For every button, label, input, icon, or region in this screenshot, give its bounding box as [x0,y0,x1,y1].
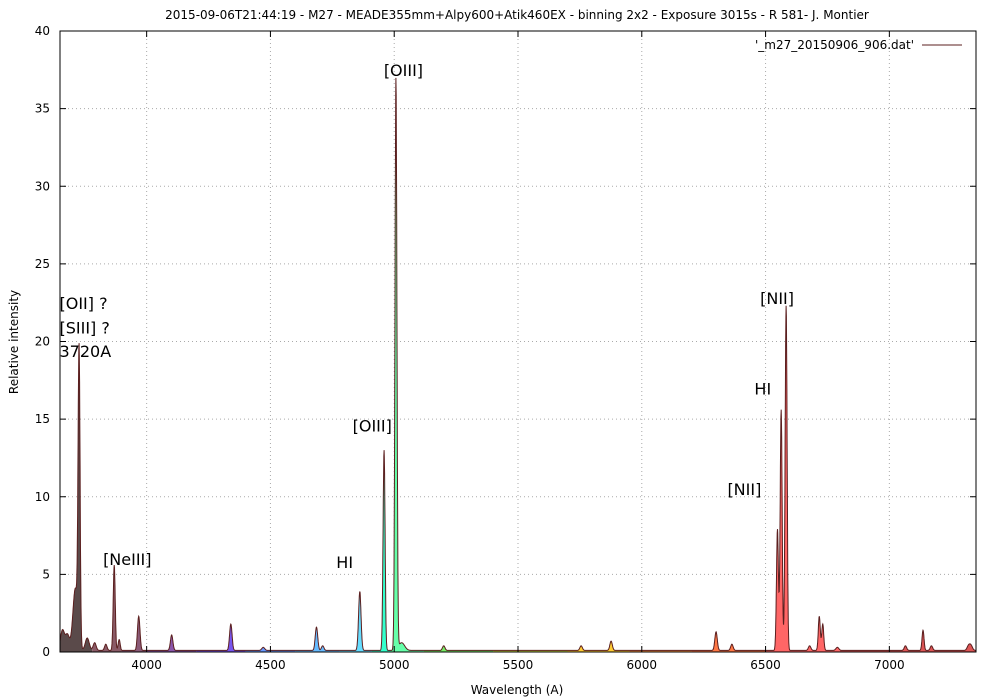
y-tick-label: 35 [35,102,50,116]
plot-frame [59,30,977,653]
x-tick-label: 4000 [131,658,162,672]
x-tick-label: 6000 [627,658,658,672]
axis-ticks: 4000 4500 5000 5500 6000 6500 7000 0 5 10 15 20 25 30… [35,24,976,672]
spectrum-fill-band [121,616,147,652]
line-annotation: [OIII] [384,61,423,80]
y-tick-label: 25 [35,257,50,271]
spectrum-fill [60,77,976,652]
grid-lines [60,31,976,652]
y-tick-label: 5 [42,567,50,581]
spectrum-chart: 2015-09-06T21:44:19 - M27 - MEADE355mm+A… [7,8,977,697]
line-annotation: HI [336,553,353,572]
x-tick-label: 4500 [255,658,286,672]
line-annotation: 3720A [60,342,112,361]
x-axis-label: Wavelength (A) [471,683,564,697]
y-tick-label: 0 [42,645,50,659]
line-annotations: [OIII] [OII] ? [SIII] ? 3720A [OIII] HI [NeIII… [60,61,795,572]
chart-title: 2015-09-06T21:44:19 - M27 - MEADE355mm+A… [165,8,869,22]
legend-entry-label: '_m27_20150906_906.dat' [755,38,914,52]
spectrum-fill-band [765,305,840,652]
spectrum-fill-band [196,624,246,652]
y-tick-label: 20 [35,335,50,349]
line-annotation: [NII] [727,480,761,499]
line-annotation: [OII] ? [60,294,108,313]
spectrum-fill-band [423,645,494,652]
y-tick-label: 15 [35,412,50,426]
spectrum-fill-band [839,630,976,652]
x-tick-label: 5000 [379,658,410,672]
spectrum-fill-band [691,631,766,652]
line-annotation: [SIII] ? [60,319,110,338]
x-tick-label: 7000 [874,658,905,672]
spectrum-fill-band [92,565,122,652]
y-axis-label: Relative intensity [7,290,21,394]
x-tick-label: 6500 [750,658,781,672]
spectrum-fill-band [60,343,93,652]
legend: '_m27_20150906_906.dat' [755,38,962,52]
spectrum-fill-band [371,450,391,652]
line-annotation: [NeIII] [103,550,151,569]
line-annotation: HI [754,379,771,398]
spectrum-fill-band [339,591,372,652]
x-tick-label: 5500 [503,658,534,672]
y-tick-label: 10 [35,490,50,504]
line-annotation: [NII] [760,289,794,308]
line-annotation: [OIII] [353,417,392,436]
y-tick-label: 40 [35,24,50,38]
y-tick-label: 30 [35,179,50,193]
